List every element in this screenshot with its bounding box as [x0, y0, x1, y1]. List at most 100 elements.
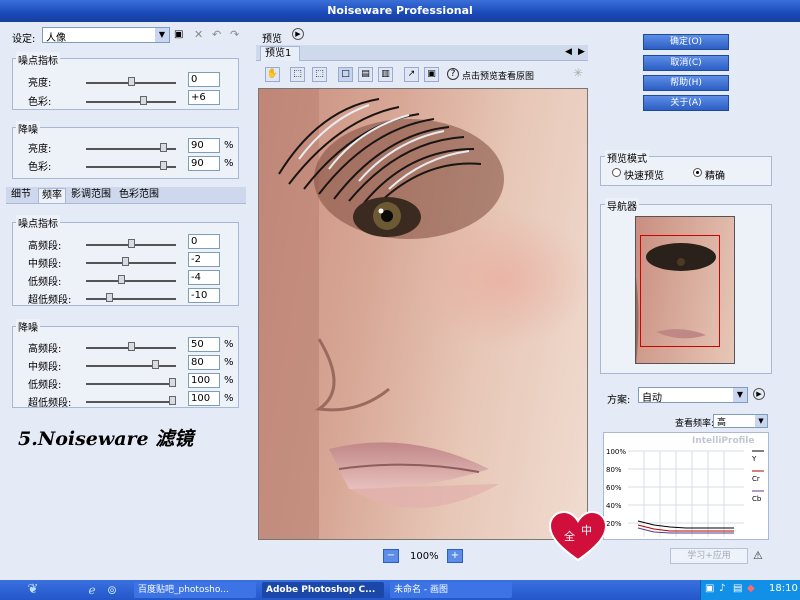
freq-reduction-mid-input[interactable]: 80: [188, 355, 220, 370]
freq-noise-mid-input[interactable]: -2: [188, 252, 220, 267]
freq-reduction-high-input[interactable]: 50: [188, 337, 220, 352]
freq-noise-ultra-low-thumb[interactable]: [106, 293, 113, 302]
noise-color-slider[interactable]: [86, 101, 176, 103]
noise-luminance-label: 亮度:: [28, 78, 52, 89]
navigator-viewport-rect[interactable]: [640, 235, 720, 347]
freq-noise-low-thumb[interactable]: [118, 275, 125, 284]
freq-reduction-ultra-low-input[interactable]: 100: [188, 391, 220, 406]
scheme-menu-icon[interactable]: ▶: [753, 388, 765, 400]
freq-reduction-low-input[interactable]: 100: [188, 373, 220, 388]
select-tool-icon[interactable]: ⬚: [290, 67, 305, 82]
add-select-tool-icon[interactable]: ⬚: [312, 67, 327, 82]
tab-frequency[interactable]: 频率: [38, 188, 66, 203]
freq-reduction-mid-slider[interactable]: [86, 365, 176, 367]
y-tick-label: 100%: [606, 448, 626, 456]
save-preset-icon[interactable]: ▣: [174, 29, 183, 40]
percent-label: %: [224, 140, 234, 151]
graph-grid: [628, 450, 744, 537]
freq-reduction-ultra-low-thumb[interactable]: [169, 396, 176, 405]
freq-reduction-high-thumb[interactable]: [128, 342, 135, 351]
noise-level-title: 噪点指标: [16, 52, 60, 67]
tab-detail[interactable]: 细节: [8, 188, 34, 203]
noise-color-input[interactable]: +6: [188, 90, 220, 105]
tray-network-icon[interactable]: ▣: [705, 583, 714, 594]
scheme-label: 方案:: [607, 395, 631, 406]
frequency-select[interactable]: 高 ▼: [713, 414, 768, 428]
tab-next-icon[interactable]: ▶: [578, 47, 585, 57]
freq-reduction-high-label: 高频段:: [28, 344, 62, 355]
freq-noise-low-input[interactable]: -4: [188, 270, 220, 285]
window-title: Noiseware Professional: [0, 0, 800, 22]
ok-button[interactable]: 确定(O): [643, 34, 729, 50]
freq-noise-mid-label: 中频段:: [28, 259, 62, 270]
tab-tonal-range[interactable]: 影调范围: [68, 188, 114, 203]
freq-noise-high-input[interactable]: 0: [188, 234, 220, 249]
profile-chart: IntelliProfile 100% 80% 60% 40% 20% Y Cr…: [606, 436, 764, 537]
task-paint[interactable]: 未命名 - 画图: [390, 582, 512, 598]
delete-preset-icon[interactable]: ✕: [194, 28, 203, 41]
accurate-radio[interactable]: [693, 168, 702, 177]
undo-icon[interactable]: ↶: [212, 28, 221, 41]
fast-preview-label: 快速预览: [624, 171, 664, 182]
chevron-down-icon: ▼: [733, 388, 747, 402]
open-image-icon[interactable]: ↗: [404, 67, 419, 82]
noise-color-label: 色彩:: [28, 97, 52, 108]
help-button[interactable]: 帮助(H): [643, 75, 729, 91]
reduction-luminance-input[interactable]: 90: [188, 138, 220, 153]
freq-noise-ultra-low-slider[interactable]: [86, 298, 176, 300]
redo-icon[interactable]: ↷: [230, 28, 239, 41]
clock[interactable]: 18:10: [769, 583, 798, 594]
freq-noise-high-thumb[interactable]: [128, 239, 135, 248]
navigator-thumbnail[interactable]: [635, 216, 735, 364]
reduction-luminance-label: 亮度:: [28, 144, 52, 155]
split-horizontal-icon[interactable]: ▤: [358, 67, 373, 82]
noise-luminance-input[interactable]: 0: [188, 72, 220, 87]
task-baidu-tieba[interactable]: 百度贴吧_photosho...: [134, 582, 256, 598]
about-button[interactable]: 关于(A): [643, 95, 729, 111]
scheme-select[interactable]: 自动 ▼: [638, 387, 748, 404]
reduction-color-input[interactable]: 90: [188, 156, 220, 171]
preview-image[interactable]: [258, 88, 588, 540]
reduction-luminance-thumb[interactable]: [160, 143, 167, 152]
preview-menu-icon[interactable]: ▶: [292, 28, 304, 40]
help-icon[interactable]: ?: [447, 68, 459, 80]
tray-alert-icon[interactable]: ◆: [747, 583, 755, 594]
tab-color-range[interactable]: 色彩范围: [116, 188, 162, 203]
tab-prev-icon[interactable]: ◀: [565, 47, 572, 57]
freq-reduction-low-slider[interactable]: [86, 383, 176, 385]
zoom-out-button[interactable]: −: [383, 549, 399, 563]
learn-apply-button[interactable]: 学习+应用: [670, 548, 748, 564]
butterfly-icon[interactable]: ❦: [24, 581, 42, 599]
noise-luminance-thumb[interactable]: [128, 77, 135, 86]
tray-monitor-icon[interactable]: ▤: [733, 583, 742, 594]
freq-noise-mid-slider[interactable]: [86, 262, 176, 264]
cancel-button[interactable]: 取消(C): [643, 55, 729, 71]
reduction-color-thumb[interactable]: [160, 161, 167, 170]
freq-reduction-mid-thumb[interactable]: [152, 360, 159, 369]
zoom-in-button[interactable]: +: [447, 549, 463, 563]
freq-reduction-ultra-low-slider[interactable]: [86, 401, 176, 403]
percent-label: %: [224, 158, 234, 169]
preset-select[interactable]: 人像 ▼: [42, 27, 170, 44]
noise-color-thumb[interactable]: [140, 96, 147, 105]
accurate-label: 精确: [705, 171, 725, 182]
freq-noise-mid-thumb[interactable]: [122, 257, 129, 266]
portrait-photo: [259, 89, 587, 539]
quicklaunch-icon[interactable]: ⊚: [104, 582, 120, 598]
single-view-icon[interactable]: □: [338, 67, 353, 82]
split-vertical-icon[interactable]: ▥: [378, 67, 393, 82]
y-tick-label: 20%: [606, 520, 622, 528]
compare-icon[interactable]: ▣: [424, 67, 439, 82]
fast-preview-radio[interactable]: [612, 168, 621, 177]
freq-noise-ultra-low-input[interactable]: -10: [188, 288, 220, 303]
freq-noise-low-slider[interactable]: [86, 280, 176, 282]
hand-tool-icon[interactable]: ✋: [265, 67, 280, 82]
task-photoshop[interactable]: Adobe Photoshop C...: [262, 582, 384, 598]
tab-preview-1[interactable]: 预览1: [260, 46, 300, 61]
svg-text:全: 全: [564, 529, 575, 543]
preview-mode-title: 预览模式: [605, 150, 649, 165]
percent-label: %: [224, 393, 234, 404]
tray-volume-icon[interactable]: ♪: [719, 583, 725, 594]
ie-browser-icon[interactable]: ℯ: [84, 582, 100, 598]
freq-reduction-low-thumb[interactable]: [169, 378, 176, 387]
